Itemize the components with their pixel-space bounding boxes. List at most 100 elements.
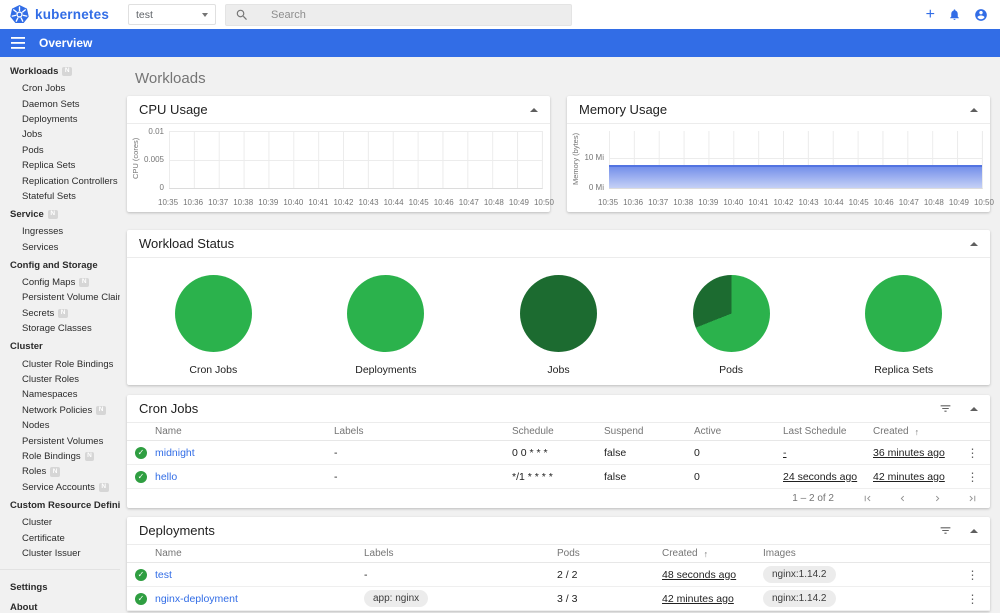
namespace-selector[interactable]: test xyxy=(128,4,216,25)
namespaced-badge: N xyxy=(47,209,58,220)
sidebar-item-pods[interactable]: Pods xyxy=(0,143,120,158)
column-header-label: Last Schedule xyxy=(783,426,847,437)
column-header-images[interactable]: Images xyxy=(763,548,955,559)
column-header-created[interactable]: Created ↑ xyxy=(873,426,955,437)
sort-ascending-icon: ↑ xyxy=(703,548,709,559)
table-row: ✓ midnight -0 0 * * * false 0-36 minutes ago… xyxy=(127,441,990,465)
cpu-usage-card: CPU Usage CPU (cores) 0.01 0.005 0 10:35… xyxy=(127,96,554,212)
column-header-active[interactable]: Active xyxy=(694,426,783,437)
status-ok-icon: ✓ xyxy=(127,470,155,483)
pie-chart[interactable] xyxy=(174,275,252,352)
sidebar-item-services[interactable]: Services xyxy=(0,240,120,255)
x-tick-label: 10:39 xyxy=(698,198,719,207)
sidebar-item-network-policies[interactable]: Network Policies N xyxy=(0,403,120,418)
collapse-card-icon[interactable] xyxy=(970,107,978,112)
sidebar-item-persistent-volumes[interactable]: Persistent Volumes xyxy=(0,433,120,448)
prev-page-icon[interactable] xyxy=(897,493,908,504)
collapse-card-icon[interactable] xyxy=(970,406,978,411)
sidebar-item-persistent-volume-claims[interactable]: Persistent Volume ClaimsN xyxy=(0,290,120,305)
search-input[interactable] xyxy=(269,7,562,22)
sidebar-item-secrets[interactable]: Secrets N xyxy=(0,306,120,321)
pie-chart[interactable] xyxy=(519,275,597,352)
sidebar-item-daemon-sets[interactable]: Daemon Sets xyxy=(0,96,120,111)
deployment-name-link[interactable]: test xyxy=(155,569,364,581)
column-header-suspend[interactable]: Suspend xyxy=(604,426,694,437)
first-page-icon[interactable] xyxy=(862,493,873,504)
menu-hamburger-icon[interactable] xyxy=(11,37,25,49)
pie-chart[interactable] xyxy=(347,275,425,352)
sidebar-item-cluster-role-bindings[interactable]: Cluster Role Bindings xyxy=(0,356,120,371)
cell-labels: - xyxy=(364,568,368,581)
x-tick-label: 10:36 xyxy=(183,198,204,207)
sidebar-section-text: Custom Resource Definitions xyxy=(10,499,120,511)
create-resource-button[interactable]: + xyxy=(926,6,935,23)
namespaced-badge: N xyxy=(84,451,95,462)
column-header-label: Created xyxy=(662,548,698,559)
pie-chart[interactable] xyxy=(865,275,943,352)
cronjob-name-link[interactable]: hello xyxy=(155,471,334,483)
column-header-labels[interactable]: Labels xyxy=(364,548,557,559)
x-tick-label: 10:50 xyxy=(533,198,554,207)
collapse-card-icon[interactable] xyxy=(530,107,538,112)
sidebar-item-cluster-roles[interactable]: Cluster Roles xyxy=(0,372,120,387)
sidebar-item-deployments[interactable]: Deployments xyxy=(0,112,120,127)
sidebar-item-cluster-issuer[interactable]: Cluster Issuer xyxy=(0,546,120,561)
sidebar-item-nodes[interactable]: Nodes xyxy=(0,418,120,433)
deployment-name-link[interactable]: nginx-deployment xyxy=(155,593,364,605)
sidebar-item-service-accounts[interactable]: Service Accounts N xyxy=(0,480,120,495)
last-page-icon[interactable] xyxy=(967,493,978,504)
column-header-pods[interactable]: Pods xyxy=(557,548,662,559)
column-header-created[interactable]: Created ↑ xyxy=(662,548,763,559)
row-actions-menu-icon[interactable]: ⋮ xyxy=(967,446,979,460)
sidebar-item-storage-classes[interactable]: Storage Classes xyxy=(0,321,120,336)
filter-icon[interactable] xyxy=(939,524,952,537)
sidebar-item-cluster[interactable]: Cluster xyxy=(0,515,120,530)
pie-chart[interactable] xyxy=(692,275,770,352)
row-actions-menu-icon[interactable]: ⋮ xyxy=(967,568,979,582)
column-header-name[interactable]: Name xyxy=(155,548,364,559)
sidebar-item-label: Persistent Volume Claims xyxy=(22,292,120,304)
sidebar-section-text: Cluster xyxy=(10,341,43,353)
sidebar-item-settings[interactable]: Settings xyxy=(0,577,120,597)
sidebar-item-replication-controllers[interactable]: Replication Controllers xyxy=(0,173,120,188)
sidebar-section-label: Workloads N xyxy=(0,61,120,81)
cronjob-name-link[interactable]: midnight xyxy=(155,447,334,459)
sidebar-item-config-maps[interactable]: Config Maps N xyxy=(0,275,120,290)
sidebar-section-label: Service N xyxy=(0,204,120,224)
column-header-schedule[interactable]: Schedule xyxy=(512,426,604,437)
column-header-labels[interactable]: Labels xyxy=(334,426,512,437)
user-account-icon[interactable] xyxy=(974,8,988,22)
sidebar-item-replica-sets[interactable]: Replica Sets xyxy=(0,158,120,173)
sidebar-item-label: Service Accounts xyxy=(22,481,95,493)
x-tick-label: 10:42 xyxy=(773,198,794,207)
row-actions-menu-icon[interactable]: ⋮ xyxy=(967,592,979,606)
cpu-y-axis-label: CPU (cores) xyxy=(131,137,140,180)
column-header-last-schedule[interactable]: Last Schedule xyxy=(783,426,873,437)
collapse-card-icon[interactable] xyxy=(970,528,978,533)
next-page-icon[interactable] xyxy=(932,493,943,504)
deployments-card: Deployments Name Labels Pods Created ↑ Images… xyxy=(127,517,990,611)
x-tick-label: 10:46 xyxy=(873,198,894,207)
sidebar-item-roles[interactable]: Roles N xyxy=(0,464,120,479)
kubernetes-brand[interactable]: kubernetes xyxy=(10,5,120,24)
sidebar-item-role-bindings[interactable]: Role Bindings N xyxy=(0,449,120,464)
sidebar-item-stateful-sets[interactable]: Stateful Sets xyxy=(0,189,120,204)
sidebar-item-jobs[interactable]: Jobs xyxy=(0,127,120,142)
column-header-name[interactable]: Name xyxy=(155,426,334,437)
sidebar-section-text: Workloads xyxy=(10,66,59,77)
sidebar-item-namespaces[interactable]: Namespaces xyxy=(0,387,120,402)
sidebar-item-certificate[interactable]: Certificate xyxy=(0,530,120,545)
row-actions-menu-icon[interactable]: ⋮ xyxy=(967,470,979,484)
sidebar-item-about[interactable]: About xyxy=(0,597,120,613)
collapse-card-icon[interactable] xyxy=(970,241,978,246)
column-header-label: Labels xyxy=(364,548,394,559)
sidebar-item-ingresses[interactable]: Ingresses xyxy=(0,224,120,239)
notifications-bell-icon[interactable] xyxy=(948,8,961,21)
search-bar[interactable] xyxy=(225,3,572,26)
cell-labels: - xyxy=(334,470,338,483)
filter-icon[interactable] xyxy=(939,402,952,415)
cpu-usage-title: CPU Usage xyxy=(139,102,208,117)
sidebar-item-cron-jobs[interactable]: Cron Jobs xyxy=(0,81,120,96)
column-header-label: Images xyxy=(763,548,796,559)
sort-ascending-icon: ↑ xyxy=(914,426,920,437)
